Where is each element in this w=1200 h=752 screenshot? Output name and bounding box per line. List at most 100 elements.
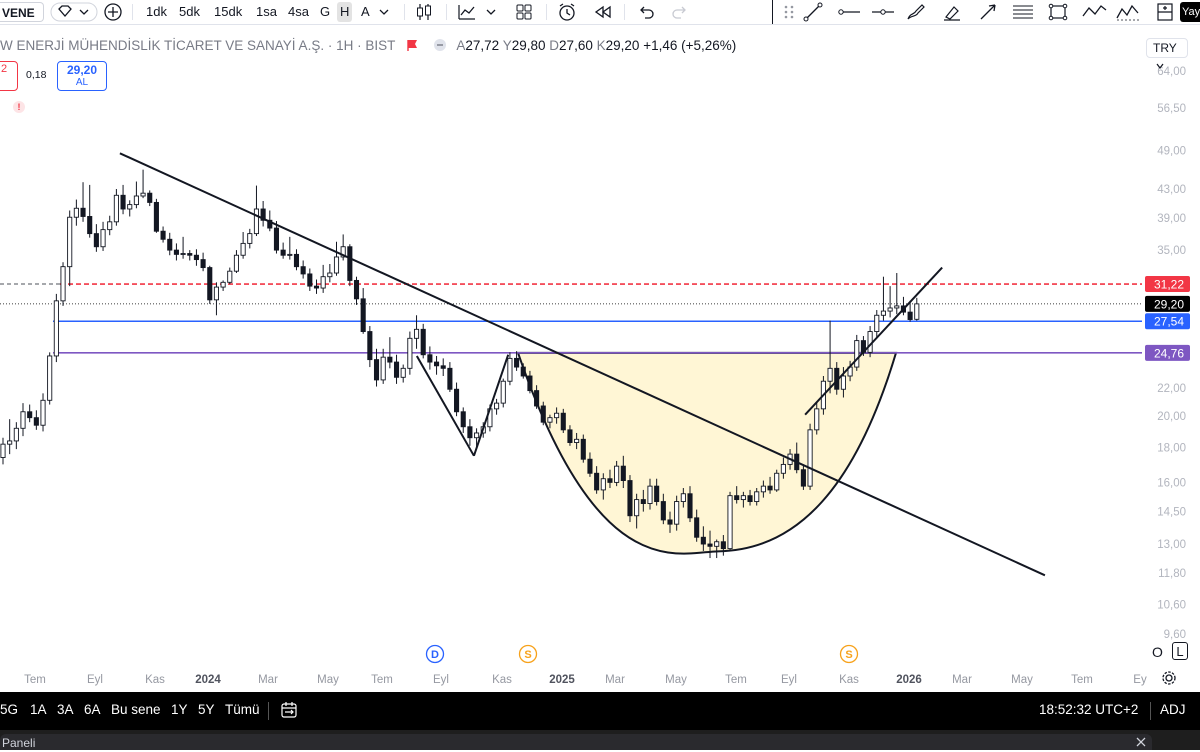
candle-body[interactable] [807, 429, 813, 487]
candle-body[interactable] [160, 230, 166, 240]
candle-body[interactable] [887, 307, 893, 312]
candle-body[interactable] [427, 354, 433, 363]
range-3a[interactable]: 3A [57, 702, 74, 717]
candle-body[interactable] [514, 357, 520, 368]
candle-body[interactable] [147, 192, 153, 203]
candle-body[interactable] [494, 402, 500, 410]
candle-body[interactable] [53, 300, 59, 357]
candle-body[interactable] [413, 328, 420, 339]
candle-body[interactable] [674, 501, 680, 525]
candle-body[interactable] [894, 305, 900, 309]
candle-body[interactable] [407, 337, 413, 369]
candle-body[interactable] [347, 246, 353, 281]
candle-body[interactable] [233, 254, 240, 272]
candle-body[interactable] [547, 417, 553, 423]
candle-body[interactable] [614, 465, 620, 483]
candle-body[interactable] [580, 438, 586, 460]
candle-body[interactable] [754, 491, 760, 503]
candle-body[interactable] [393, 361, 400, 378]
trend-line[interactable] [415, 355, 475, 457]
candle-body[interactable] [594, 472, 600, 491]
range-1y[interactable]: 1Y [171, 702, 188, 717]
candle-body[interactable] [687, 493, 693, 519]
candle-body[interactable] [287, 253, 293, 256]
candle-body[interactable] [87, 216, 93, 235]
candle-body[interactable] [247, 233, 253, 244]
candle-body[interactable] [747, 495, 753, 503]
candle-body[interactable] [634, 499, 640, 517]
candle-body[interactable] [854, 340, 860, 368]
candle-body[interactable] [874, 314, 880, 333]
candle-body[interactable] [740, 495, 746, 501]
candle-body[interactable] [213, 286, 219, 301]
sell-price-button[interactable]: 2 [0, 61, 18, 91]
range-5g[interactable]: 5G [0, 702, 18, 717]
candle-body[interactable] [253, 208, 260, 235]
collapse-icon[interactable] [433, 38, 447, 52]
candle-body[interactable] [520, 366, 526, 377]
candle-body[interactable] [60, 266, 66, 302]
candle-body[interactable] [227, 270, 233, 283]
candle-body[interactable] [420, 328, 426, 356]
candle-body[interactable] [273, 227, 280, 251]
log-scale-toggle[interactable]: L [1172, 642, 1188, 660]
candle-body[interactable] [460, 411, 466, 428]
range-1a[interactable]: 1A [30, 702, 47, 717]
candle-body[interactable] [47, 355, 53, 401]
candle-body[interactable] [387, 356, 393, 363]
candle-body[interactable] [187, 253, 193, 256]
candle-body[interactable] [760, 485, 766, 493]
candle-body[interactable] [67, 216, 73, 268]
candle-body[interactable] [313, 285, 320, 289]
trend-line[interactable] [119, 152, 1046, 577]
candle-body[interactable] [454, 388, 460, 413]
candle-body[interactable] [774, 472, 780, 491]
candle-body[interactable] [814, 408, 820, 431]
range-6a[interactable]: 6A [84, 702, 101, 717]
candle-body[interactable] [434, 361, 440, 367]
candle-body[interactable] [680, 493, 686, 503]
candle-body[interactable] [300, 266, 306, 275]
candle-body[interactable] [534, 390, 540, 407]
candle-body[interactable] [93, 233, 99, 248]
candle-body[interactable] [13, 427, 19, 442]
candle-body[interactable] [27, 411, 33, 419]
candle-body[interactable] [80, 207, 86, 217]
candle-body[interactable] [327, 272, 333, 278]
candle-body[interactable] [293, 253, 300, 268]
candle-body[interactable] [660, 501, 666, 521]
candle-body[interactable] [800, 469, 806, 487]
candle-body[interactable] [667, 519, 673, 525]
candle-body[interactable] [720, 541, 726, 550]
candle-body[interactable] [507, 357, 513, 382]
candle-body[interactable] [607, 478, 613, 483]
candle-body[interactable] [207, 267, 213, 301]
clock-time[interactable]: 18:52:32 UTC+2 [1039, 702, 1138, 717]
candle-body[interactable] [367, 331, 373, 361]
candle-body[interactable] [40, 399, 46, 426]
candle-body[interactable] [647, 485, 653, 504]
candle-body[interactable] [627, 480, 633, 517]
candle-body[interactable] [560, 412, 566, 431]
adj-toggle[interactable]: ADJ [1160, 702, 1186, 717]
settings-gear-icon[interactable] [1161, 670, 1177, 686]
candle-body[interactable] [700, 536, 706, 545]
candle-body[interactable] [714, 541, 720, 547]
candle-body[interactable] [220, 281, 226, 288]
candle-body[interactable] [827, 367, 833, 382]
candle-body[interactable] [107, 221, 113, 231]
candle-body[interactable] [113, 194, 119, 223]
candle-body[interactable] [527, 375, 533, 392]
candle-body[interactable] [554, 412, 560, 419]
candle-body[interactable] [780, 463, 786, 474]
red-flag-icon[interactable] [405, 38, 419, 52]
candle-body[interactable] [914, 303, 920, 320]
candle-body[interactable] [7, 440, 13, 445]
range-all[interactable]: Tümü [225, 702, 260, 717]
candle-body[interactable] [140, 192, 146, 197]
candle-body[interactable] [353, 279, 360, 300]
candle-body[interactable] [120, 194, 126, 210]
candle-body[interactable] [907, 311, 913, 320]
candle-body[interactable] [600, 478, 606, 491]
candle-body[interactable] [373, 359, 380, 381]
